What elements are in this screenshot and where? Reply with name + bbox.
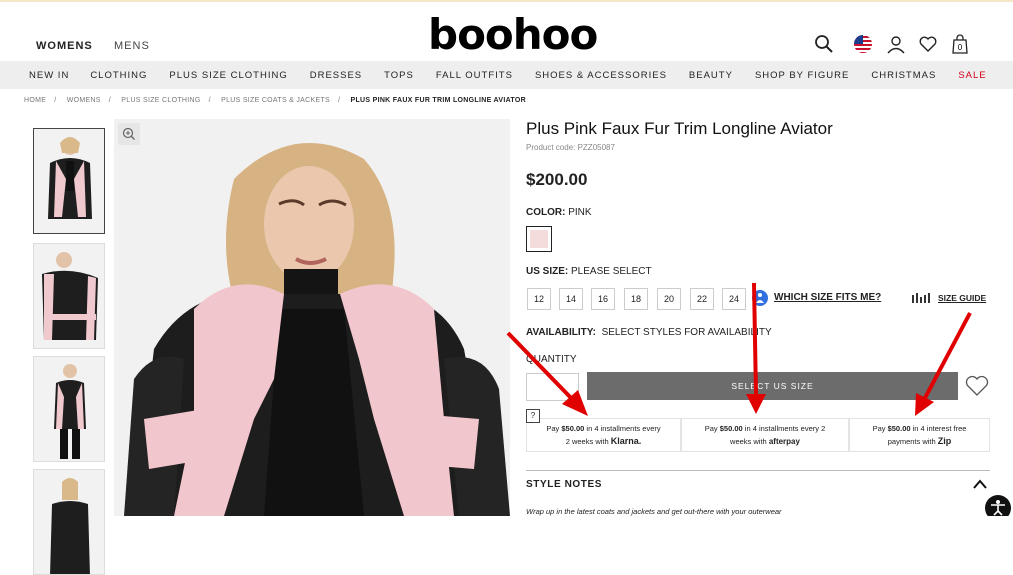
nav-item-shop-by-figure[interactable]: SHOP BY FIGURE bbox=[755, 70, 849, 81]
breadcrumb-current: PLUS PINK FAUX FUR TRIM LONGLINE AVIATOR bbox=[350, 97, 526, 104]
size-option-14[interactable]: 14 bbox=[559, 288, 583, 310]
nav-item-sale[interactable]: SALE bbox=[958, 70, 986, 81]
afterpay-payment-option[interactable]: Pay $50.00 in 4 installments every 2 wee… bbox=[681, 418, 849, 452]
breadcrumb-plus-size-coats[interactable]: PLUS SIZE COATS & JACKETS bbox=[221, 97, 330, 104]
afterpay-logo: afterpay bbox=[768, 437, 800, 446]
pay-line2: weeks with bbox=[730, 437, 767, 446]
thumbnail-3[interactable] bbox=[33, 356, 105, 462]
thumbnail-1[interactable] bbox=[33, 128, 105, 234]
pay-prefix: Pay bbox=[872, 424, 888, 433]
pay-prefix: Pay bbox=[704, 424, 720, 433]
availability-key: AVAILABILITY: bbox=[526, 327, 596, 338]
size-label-key: US SIZE: bbox=[526, 266, 569, 277]
pay-line2: 2 weeks with bbox=[565, 437, 609, 446]
pay-suffix: in 4 installments every bbox=[584, 424, 661, 433]
color-label: COLOR: PINK bbox=[526, 207, 592, 218]
color-value: PINK bbox=[568, 207, 592, 218]
pay-suffix: in 4 interest free bbox=[910, 424, 967, 433]
product-main-image[interactable] bbox=[114, 119, 510, 516]
size-label: US SIZE: PLEASE SELECT bbox=[526, 266, 652, 277]
nav-item-fall-outfits[interactable]: FALL OUTFITS bbox=[436, 70, 513, 81]
main-nav: NEW IN CLOTHING PLUS SIZE CLOTHING DRESS… bbox=[0, 61, 1013, 89]
nav-item-plus-size-clothing[interactable]: PLUS SIZE CLOTHING bbox=[169, 70, 287, 81]
pay-line2: payments with bbox=[887, 437, 936, 446]
zoom-button[interactable] bbox=[118, 123, 140, 145]
boohoo-logo[interactable]: boohoo bbox=[428, 10, 598, 59]
nav-item-beauty[interactable]: BEAUTY bbox=[689, 70, 733, 81]
size-option-24[interactable]: 24 bbox=[722, 288, 746, 310]
zip-logo: Zip bbox=[937, 436, 952, 446]
accessibility-icon[interactable] bbox=[984, 494, 1013, 516]
nav-item-tops[interactable]: TOPS bbox=[384, 70, 414, 81]
quantity-input[interactable] bbox=[526, 373, 579, 401]
pay-amount: $50.00 bbox=[719, 424, 743, 433]
chevron-up-icon[interactable] bbox=[972, 478, 988, 490]
bag-icon[interactable]: 0 bbox=[950, 34, 970, 54]
pay-prefix: Pay bbox=[546, 424, 562, 433]
breadcrumb-plus-size-clothing[interactable]: PLUS SIZE CLOTHING bbox=[121, 97, 200, 104]
divider bbox=[526, 470, 990, 471]
size-value: PLEASE SELECT bbox=[571, 266, 652, 277]
size-option-16[interactable]: 16 bbox=[591, 288, 615, 310]
nav-item-christmas[interactable]: CHRISTMAS bbox=[871, 70, 936, 81]
wishlist-heart-icon[interactable] bbox=[964, 374, 990, 398]
zoom-icon bbox=[122, 127, 135, 140]
thumbnail-2[interactable] bbox=[33, 243, 105, 349]
pay-amount: $50.00 bbox=[887, 424, 911, 433]
which-size-fits-link[interactable]: WHICH SIZE FITS ME? bbox=[774, 292, 881, 303]
klarna-logo: Klarna. bbox=[610, 436, 642, 446]
nav-item-new-in[interactable]: NEW IN bbox=[29, 70, 69, 81]
thumbnail-4[interactable] bbox=[33, 469, 105, 575]
nav-item-clothing[interactable]: CLOTHING bbox=[90, 70, 147, 81]
heart-icon[interactable] bbox=[918, 34, 938, 54]
us-flag-icon[interactable] bbox=[853, 34, 873, 54]
availability-label: AVAILABILITY: SELECT STYLES FOR AVAILABI… bbox=[526, 327, 772, 338]
breadcrumb: HOME / WOMENS / PLUS SIZE CLOTHING / PLUS S… bbox=[24, 97, 526, 104]
swatch-fill bbox=[530, 230, 548, 248]
zip-payment-option[interactable]: Pay $50.00 in 4 interest free payments w… bbox=[849, 418, 990, 452]
size-option-20[interactable]: 20 bbox=[657, 288, 681, 310]
style-notes-heading[interactable]: STYLE NOTES bbox=[526, 479, 602, 490]
select-size-button[interactable]: SELECT US SIZE bbox=[587, 372, 958, 400]
quantity-label: QUANTITY bbox=[526, 354, 577, 365]
payment-info-button[interactable]: ? bbox=[526, 409, 540, 423]
breadcrumb-womens[interactable]: WOMENS bbox=[67, 97, 101, 104]
breadcrumb-home[interactable]: HOME bbox=[24, 97, 46, 104]
size-guide-link[interactable]: SIZE GUIDE bbox=[938, 293, 986, 303]
womens-tab[interactable]: WOMENS bbox=[36, 40, 93, 52]
bag-count: 0 bbox=[958, 43, 963, 52]
size-option-22[interactable]: 22 bbox=[690, 288, 714, 310]
availability-value: SELECT STYLES FOR AVAILABILITY bbox=[601, 327, 772, 338]
size-option-12[interactable]: 12 bbox=[527, 288, 551, 310]
size-option-18[interactable]: 18 bbox=[624, 288, 648, 310]
mens-tab[interactable]: MENS bbox=[114, 40, 150, 52]
color-swatch-pink[interactable] bbox=[526, 226, 552, 252]
product-title: Plus Pink Faux Fur Trim Longline Aviator bbox=[526, 119, 833, 138]
search-icon[interactable] bbox=[814, 34, 834, 54]
fit-assistant-icon[interactable] bbox=[752, 290, 768, 306]
account-icon[interactable] bbox=[886, 34, 906, 54]
pay-suffix: in 4 installments every 2 bbox=[742, 424, 826, 433]
color-label-key: COLOR: bbox=[526, 207, 566, 218]
ruler-icon bbox=[912, 293, 930, 303]
pay-amount: $50.00 bbox=[561, 424, 585, 433]
product-code: Product code: PZZ05087 bbox=[526, 143, 615, 152]
site-header: WOMENS MENS boohoo 0 bbox=[0, 0, 1013, 61]
style-notes-text: Wrap up in the latest coats and jackets … bbox=[526, 507, 782, 516]
klarna-payment-option[interactable]: Pay $50.00 in 4 installments every 2 wee… bbox=[526, 418, 681, 452]
product-price: $200.00 bbox=[526, 170, 588, 189]
nav-item-dresses[interactable]: DRESSES bbox=[310, 70, 362, 81]
nav-item-shoes-accessories[interactable]: SHOES & ACCESSORIES bbox=[535, 70, 667, 81]
